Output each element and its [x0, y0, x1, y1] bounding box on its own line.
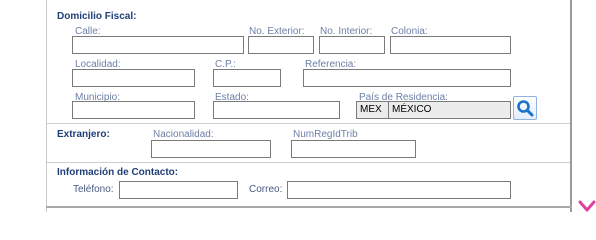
municipio-input[interactable]	[72, 101, 195, 119]
nacionalidad-input[interactable]	[151, 140, 271, 158]
localidad-input[interactable]	[72, 69, 195, 87]
estado-input[interactable]	[213, 101, 340, 119]
pais-search-button[interactable]	[513, 96, 537, 120]
section-divider	[47, 162, 570, 163]
search-icon	[517, 100, 534, 117]
resize-corner-icon	[578, 200, 596, 212]
pais-name-field[interactable]: MÉXICO	[388, 101, 511, 119]
section-divider	[47, 123, 570, 124]
colonia-input[interactable]	[390, 36, 511, 54]
correo-label: Correo:	[249, 184, 283, 195]
telefono-label: Teléfono:	[73, 184, 114, 195]
no-exterior-input[interactable]	[248, 36, 314, 54]
pais-code-field[interactable]: MEX	[356, 101, 389, 119]
cp-input[interactable]	[213, 69, 281, 87]
no-interior-input[interactable]	[319, 36, 385, 54]
telefono-input[interactable]	[119, 181, 238, 199]
extranjero-title: Extranjero:	[57, 129, 110, 140]
contacto-title: Información de Contacto:	[57, 167, 179, 178]
numregidtrib-input[interactable]	[291, 140, 416, 158]
referencia-input[interactable]	[303, 69, 511, 87]
domicilio-fiscal-title: Domicilio Fiscal:	[57, 11, 137, 22]
calle-input[interactable]	[72, 36, 244, 54]
panel-bottom-border	[46, 206, 572, 208]
correo-input[interactable]	[287, 181, 511, 199]
